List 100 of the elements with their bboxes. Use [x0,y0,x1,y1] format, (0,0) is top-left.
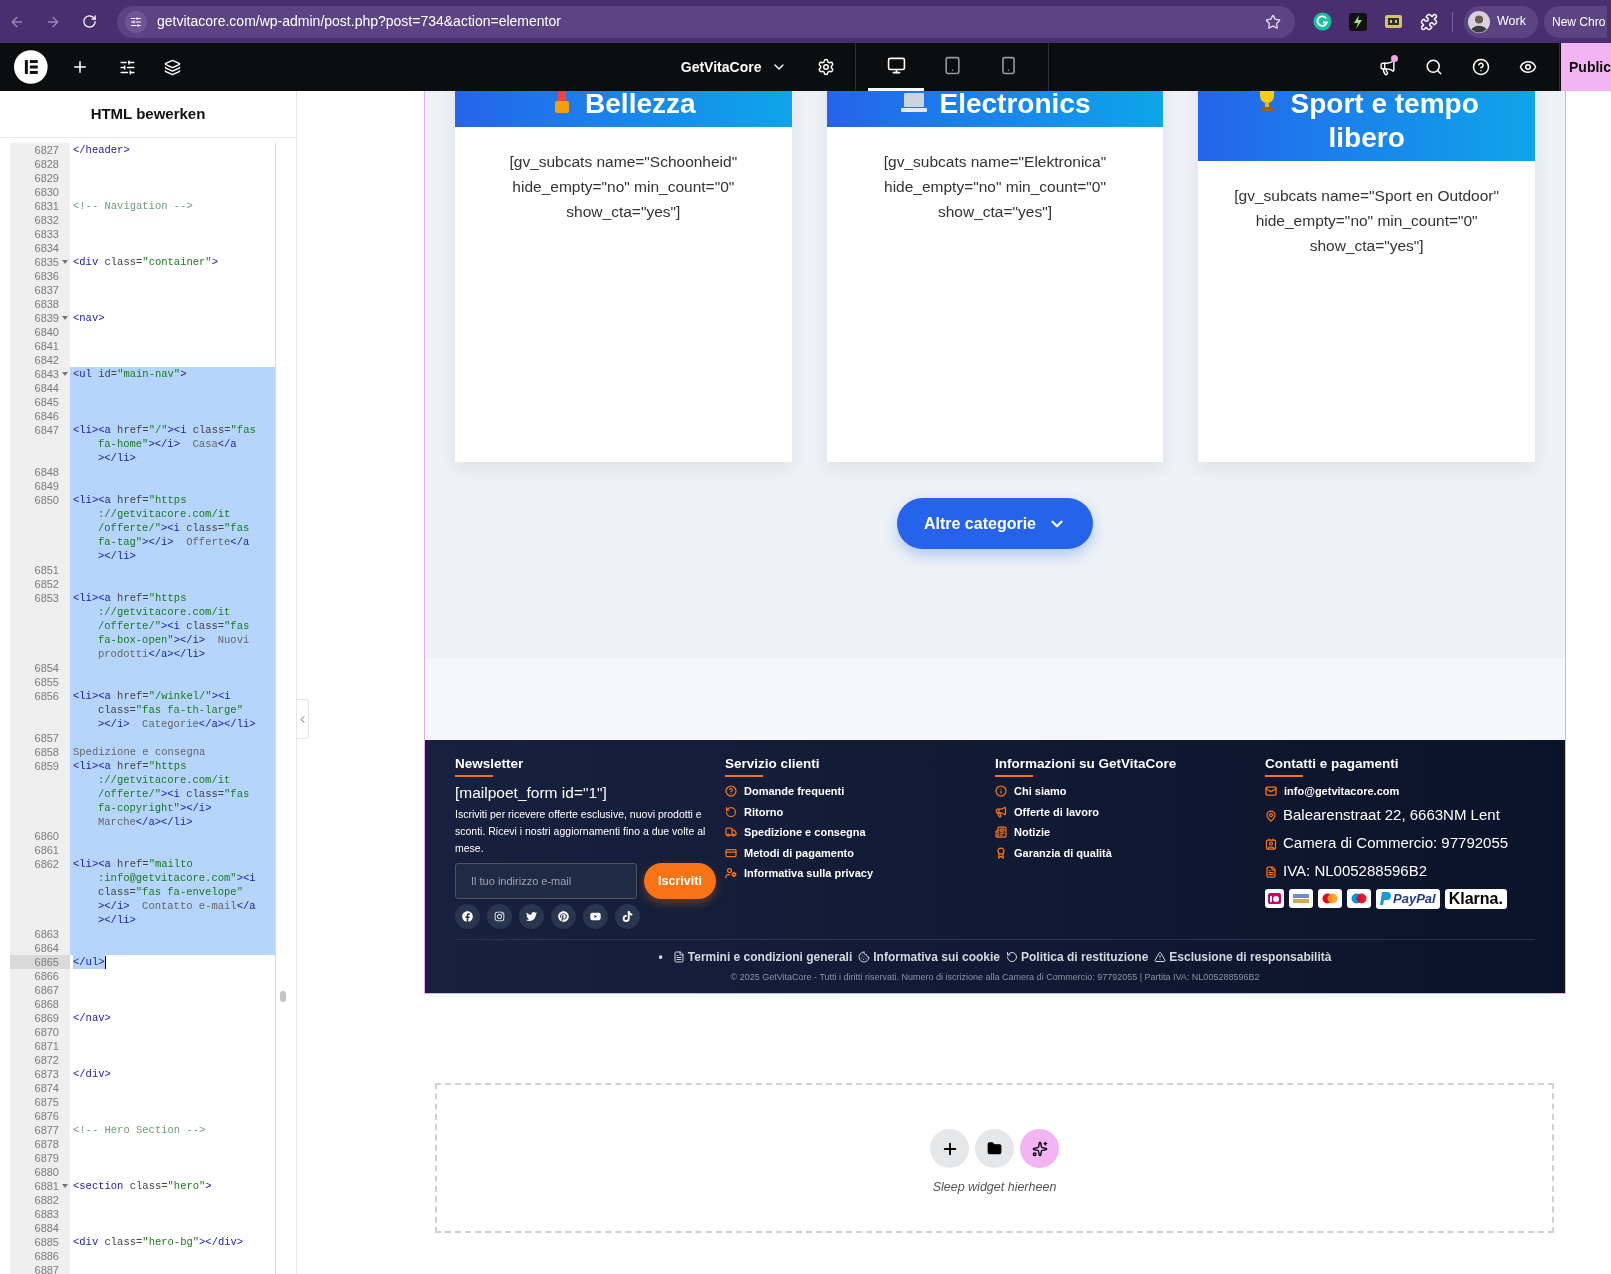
mail-icon [1265,785,1277,798]
line-number: 6829 [34,171,59,185]
footer-heading: Informazioni su GetVitaCore [995,755,1177,773]
code-line: fa-tag"></i> Offerte</a [98,535,250,549]
line-number: 6863 [34,927,59,941]
lightning-extension-icon[interactable] [1349,12,1367,31]
line-number: 6882 [34,1193,59,1207]
line-number: 6843 [34,367,59,381]
help-icon [1472,58,1491,76]
line-number: 6852 [34,577,59,591]
legal-link[interactable]: Esclusione di responsabilità [1169,948,1332,966]
code-line: class="fas fa-envelope" [98,885,243,899]
document-icon [672,951,685,963]
sparkles-icon [1031,1140,1048,1157]
code-line: ></li> [98,549,136,563]
line-number: 6887 [34,1263,59,1274]
instagram-icon[interactable] [487,904,512,929]
contact-detail: Camera di Commercio: 97792055 [1283,833,1509,854]
line-number: 6851 [34,563,59,577]
legal-link[interactable]: Politica di restituzione [1021,948,1149,966]
code-line: fa-box-open"></i> Nuovi [98,633,250,647]
code-line: /offerte/"><i class="fas [98,619,250,633]
shortcode-text: [gv_subcats name="Sport en Outdoor" hide_empty="no" min_count="0" show_cta="yes"] [1233,186,1501,256]
line-number: 6886 [34,1249,59,1263]
code-line: <div class="hero-bg"></div> [73,1235,244,1249]
shortcode-text: [gv_subcats name="Elektronica" hide_empty="no" min_count="0" show_cta="yes"] [882,152,1108,222]
code-line: <!-- Hero Section --> [73,1123,206,1137]
klarna-logo: Klarna. [1444,888,1507,909]
address-bar[interactable]: getvitacore.com/wp-admin/post.php?post=734&action=elementor [117,5,1295,38]
template-library-button[interactable] [975,1129,1014,1169]
add-section-button[interactable] [930,1129,969,1169]
code-line: <li><a href="https [73,493,187,507]
line-number: 6854 [34,661,59,675]
footer-link[interactable]: Domande frequenti [744,783,845,800]
line-number: 6877 [34,1123,59,1137]
layers-icon [164,58,182,76]
new-window-button[interactable]: New Chro [1544,5,1607,38]
line-number: 6864 [34,941,59,955]
publish-button[interactable]: Public [1561,43,1611,91]
line-number: 6859 [34,759,59,773]
email-link[interactable]: info@getvitacore.com [1284,783,1400,800]
footer-link[interactable]: Metodi di pagamento [744,844,854,861]
bookmark-star-icon[interactable] [1265,13,1281,30]
cookie-icon [858,951,871,963]
mastercard-logo [1318,889,1342,908]
document-icon [1265,865,1277,878]
legal-link[interactable]: Informativa sui cookie [873,948,1000,966]
footer-link[interactable]: Notizie [1014,824,1051,841]
grammar-extension-icon[interactable] [1313,12,1332,31]
ai-button[interactable] [1020,1129,1059,1169]
truck-icon [725,826,737,839]
youtube-icon[interactable] [583,904,608,929]
settings-icon [817,58,836,76]
code-line: ://getvitacore.com/it [98,773,231,787]
map-pin-icon [1265,809,1277,822]
bank-card-logo [1289,889,1313,908]
code-line: ></li> [98,451,136,465]
line-number: 6870 [34,1025,59,1039]
profile-button[interactable]: Work [1464,5,1538,38]
line-number: 6848 [34,465,59,479]
newspaper-icon [995,826,1007,839]
code-line: </div> [73,1067,111,1081]
bullet: • [658,949,663,966]
fold-icon [61,372,68,376]
credit-card-icon [725,846,737,859]
line-number: 6885 [34,1235,59,1249]
ticket-extension-icon[interactable] [1384,13,1403,30]
line-number: 6840 [34,325,59,339]
code-line: class="fas fa-th-large" [98,703,243,717]
user-gear-icon [725,867,737,880]
line-number: 6845 [34,395,59,409]
elementor-logo[interactable] [14,50,48,84]
card-title: Electronics [939,91,1091,119]
extensions-icon[interactable] [1420,12,1438,31]
legal-link[interactable]: Termini e condizioni generali [687,948,853,966]
footer-link[interactable]: Ritorno [744,803,784,820]
line-number: 6847 [34,423,59,437]
footer-link[interactable]: Informativa sulla privacy [744,865,873,882]
more-categories-button[interactable]: Altre categorie [896,498,1093,549]
line-number: 6831 [34,199,59,213]
line-number: 6834 [34,241,59,255]
site-selector[interactable]: GetVitaCore [680,52,788,82]
twitter-icon[interactable] [519,904,544,929]
question-icon [725,785,737,798]
footer-link[interactable]: Garanzia di qualità [1014,844,1112,861]
code-line: :info@getvitacore.com"><i [98,871,256,885]
footer-link[interactable]: Offerte di lavoro [1014,803,1099,820]
footer-link[interactable]: Chi siamo [1014,783,1067,800]
email-field[interactable]: Il tuo indirizzo e-mail [455,863,637,899]
code-line: prodotti</a></li> [98,647,206,661]
facebook-icon[interactable] [455,904,480,929]
card-title: Bellezza [585,91,696,119]
footer-link[interactable]: Spedizione e consegna [744,824,866,841]
panel-title: HTML bewerken [90,103,206,124]
fold-icon [61,1184,68,1188]
tiktok-icon[interactable] [615,904,640,929]
pinterest-icon[interactable] [551,904,576,929]
contact-detail: Balearenstraat 22, 6663NM Lent [1283,805,1500,826]
avatar-icon [1468,10,1490,33]
eye-icon [1519,58,1538,76]
